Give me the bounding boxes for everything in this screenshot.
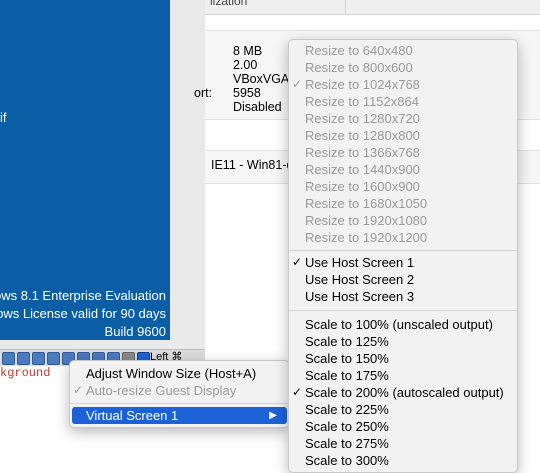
- panel-header-text: lization: [210, 0, 248, 8]
- submenu-arrow-icon: ▶: [269, 410, 277, 421]
- menu-item-scale-225[interactable]: Scale to 225%: [289, 401, 517, 418]
- panel-header-strip: [205, 0, 540, 15]
- checkmark-icon: ✓: [292, 77, 303, 91]
- menu-item-scale-125[interactable]: Scale to 125%: [289, 333, 517, 350]
- evaluation-line: ows 8.1 Enterprise Evaluation: [0, 288, 166, 303]
- menu-item-virtual-screen-1[interactable]: Virtual Screen 1 ▶: [72, 407, 287, 424]
- menu-item-resize-1680x1050[interactable]: Resize to 1680x1050: [289, 195, 517, 212]
- menu-item-adjust-window-size[interactable]: Adjust Window Size (Host+A): [70, 365, 289, 382]
- menu-item-scale-275[interactable]: Scale to 275%: [289, 435, 517, 452]
- recording-value: Disabled: [233, 100, 282, 114]
- desktop-text-fragment: if: [0, 110, 7, 125]
- menu-item-scale-250[interactable]: Scale to 250%: [289, 418, 517, 435]
- menu-item-use-host-screen-1[interactable]: ✓ Use Host Screen 1: [289, 254, 517, 271]
- menu-item-resize-1920x1080[interactable]: Resize to 1920x1080: [289, 212, 517, 229]
- checkmark-icon: ✓: [73, 383, 84, 397]
- menu-item-use-host-screen-2[interactable]: Use Host Screen 2: [289, 271, 517, 288]
- audio-icon[interactable]: [32, 352, 45, 365]
- menu-item-resize-640x480[interactable]: Resize to 640x480: [289, 42, 517, 59]
- menu-item-resize-1152x864[interactable]: Resize to 1152x864: [289, 93, 517, 110]
- menu-item-resize-800x600[interactable]: Resize to 800x600: [289, 59, 517, 76]
- graphics-controller-value: VBoxVGA: [233, 72, 290, 86]
- display-context-menu: Adjust Window Size (Host+A) ✓ Auto-resiz…: [69, 360, 290, 428]
- scale-factor-value: 2.00: [233, 58, 258, 72]
- network-icon[interactable]: [47, 352, 60, 365]
- video-memory-value: 8 MB: [233, 44, 263, 58]
- menu-item-scale-200[interactable]: ✓ Scale to 200% (autoscaled output): [289, 384, 517, 401]
- optical-drive-icon[interactable]: [17, 352, 30, 365]
- menu-item-resize-1920x1200[interactable]: Resize to 1920x1200: [289, 229, 517, 246]
- checkmark-icon: ✓: [292, 385, 303, 399]
- menu-separator: [289, 250, 517, 251]
- menu-separator: [70, 403, 289, 404]
- checkmark-icon: ✓: [292, 255, 303, 269]
- vm-guest-screen[interactable]: if ows 8.1 Enterprise Evaluation ows Lic…: [0, 0, 170, 340]
- menu-item-resize-1600x900[interactable]: Resize to 1600x900: [289, 178, 517, 195]
- menu-item-use-host-screen-3[interactable]: Use Host Screen 3: [289, 288, 517, 305]
- menu-item-scale-300[interactable]: Scale to 300%: [289, 452, 517, 469]
- menu-item-scale-175[interactable]: Scale to 175%: [289, 367, 517, 384]
- menu-item-scale-150[interactable]: Scale to 150%: [289, 350, 517, 367]
- header-divider: [345, 0, 346, 14]
- hard-disk-icon[interactable]: [2, 352, 15, 365]
- vm-name-text: IE11 - Win81-d: [211, 158, 294, 172]
- menu-item-resize-1440x900[interactable]: Resize to 1440x900: [289, 161, 517, 178]
- license-line: ows License valid for 90 days: [0, 306, 166, 321]
- menu-item-auto-resize[interactable]: ✓ Auto-resize Guest Display: [70, 382, 289, 399]
- menu-item-resize-1024x768[interactable]: ✓ Resize to 1024x768: [289, 76, 517, 93]
- menu-item-resize-1280x720[interactable]: Resize to 1280x720: [289, 110, 517, 127]
- menu-item-scale-100[interactable]: Scale to 100% (unscaled output): [289, 316, 517, 333]
- background-code-text: kground: [0, 366, 51, 380]
- menu-item-resize-1366x768[interactable]: Resize to 1366x768: [289, 144, 517, 161]
- virtual-screen-submenu: Resize to 640x480 Resize to 800x600 ✓ Res…: [288, 39, 518, 473]
- menu-separator: [289, 310, 517, 311]
- remote-port-value: 5958: [233, 86, 261, 100]
- menu-item-resize-1280x800[interactable]: Resize to 1280x800: [289, 127, 517, 144]
- port-label: ort:: [194, 86, 213, 100]
- build-line: Build 9600: [104, 324, 166, 339]
